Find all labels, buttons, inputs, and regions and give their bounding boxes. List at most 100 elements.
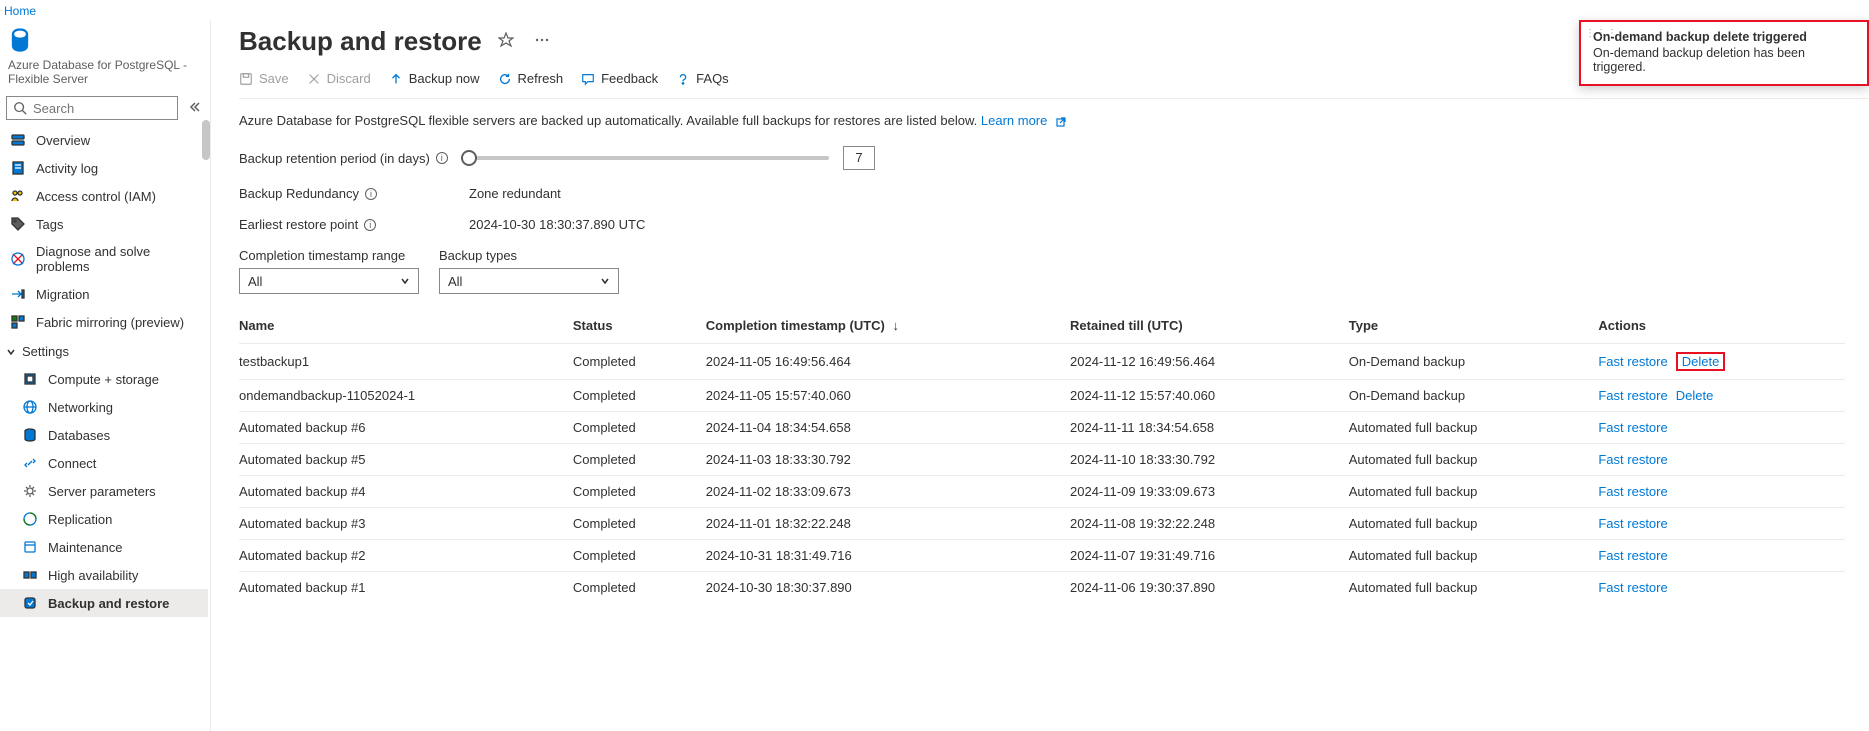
info-icon[interactable]: i bbox=[364, 219, 376, 231]
sidebar-group-settings[interactable]: Settings bbox=[0, 336, 208, 365]
sidebar-item-maint[interactable]: Maintenance bbox=[0, 533, 208, 561]
col-status[interactable]: Status bbox=[573, 308, 706, 344]
col-retained[interactable]: Retained till (UTC) bbox=[1070, 308, 1349, 344]
table-row: Automated backup #2Completed2024-10-31 1… bbox=[239, 540, 1845, 572]
retention-slider[interactable] bbox=[469, 156, 829, 160]
fast-restore-link[interactable]: Fast restore bbox=[1598, 452, 1667, 467]
cell-completion: 2024-11-03 18:33:30.792 bbox=[706, 444, 1070, 476]
sidebar-item-label: Migration bbox=[36, 287, 89, 302]
more-button[interactable] bbox=[530, 28, 554, 55]
sidebar-item-migration[interactable]: Migration bbox=[0, 280, 208, 308]
cell-retained: 2024-11-11 18:34:54.658 bbox=[1070, 412, 1349, 444]
resource-type-label: Azure Database for PostgreSQL - Flexible… bbox=[0, 58, 210, 96]
col-type[interactable]: Type bbox=[1349, 308, 1599, 344]
sidebar-item-params[interactable]: Server parameters bbox=[0, 477, 208, 505]
sidebar-item-log[interactable]: Activity log bbox=[0, 154, 208, 182]
ha-icon bbox=[22, 567, 38, 583]
sidebar-search[interactable] bbox=[6, 96, 178, 120]
iam-icon bbox=[10, 188, 26, 204]
fast-restore-link[interactable]: Fast restore bbox=[1598, 420, 1667, 435]
fabric-icon bbox=[10, 314, 26, 330]
retention-value[interactable]: 7 bbox=[843, 146, 875, 170]
table-row: Automated backup #1Completed2024-10-30 1… bbox=[239, 572, 1845, 604]
delete-link[interactable]: Delete bbox=[1676, 388, 1714, 403]
search-input[interactable] bbox=[33, 101, 171, 116]
sidebar-item-connect[interactable]: Connect bbox=[0, 449, 208, 477]
sidebar-item-label: Access control (IAM) bbox=[36, 189, 156, 204]
drag-handle-icon[interactable]: ⋮⋮⋮ bbox=[1585, 28, 1618, 39]
cell-actions: Fast restore bbox=[1598, 540, 1845, 572]
cell-type: Automated full backup bbox=[1349, 508, 1599, 540]
cell-completion: 2024-11-05 16:49:56.464 bbox=[706, 344, 1070, 380]
sidebar-item-ha[interactable]: High availability bbox=[0, 561, 208, 589]
cell-name: testbackup1 bbox=[239, 344, 573, 380]
repl-icon bbox=[22, 511, 38, 527]
sidebar-item-label: Diagnose and solve problems bbox=[36, 244, 200, 274]
refresh-button[interactable]: Refresh bbox=[498, 71, 564, 86]
col-actions: Actions bbox=[1598, 308, 1845, 344]
sidebar-item-db[interactable]: Databases bbox=[0, 421, 208, 449]
cell-completion: 2024-11-02 18:33:09.673 bbox=[706, 476, 1070, 508]
sidebar-item-server[interactable]: Overview bbox=[0, 126, 208, 154]
fast-restore-link[interactable]: Fast restore bbox=[1598, 580, 1667, 595]
save-button: Save bbox=[239, 71, 289, 86]
sidebar-item-label: Replication bbox=[48, 512, 112, 527]
cell-type: Automated full backup bbox=[1349, 412, 1599, 444]
sidebar-item-label: High availability bbox=[48, 568, 138, 583]
sidebar-item-iam[interactable]: Access control (IAM) bbox=[0, 182, 208, 210]
sidebar-item-label: Overview bbox=[36, 133, 90, 148]
fast-restore-link[interactable]: Fast restore bbox=[1598, 516, 1667, 531]
fast-restore-link[interactable]: Fast restore bbox=[1598, 354, 1667, 369]
sidebar-item-tag[interactable]: Tags bbox=[0, 210, 208, 238]
sidebar-item-compute[interactable]: Compute + storage bbox=[0, 365, 208, 393]
scrollbar-thumb[interactable] bbox=[202, 120, 210, 160]
compute-icon bbox=[22, 371, 38, 387]
cell-actions: Fast restore Delete bbox=[1598, 380, 1845, 412]
cell-retained: 2024-11-07 19:31:49.716 bbox=[1070, 540, 1349, 572]
learn-more-link[interactable]: Learn more bbox=[981, 113, 1047, 128]
cell-name: ondemandbackup-11052024-1 bbox=[239, 380, 573, 412]
sidebar-item-repl[interactable]: Replication bbox=[0, 505, 208, 533]
timestamp-filter-dropdown[interactable]: All bbox=[239, 268, 419, 294]
delete-link[interactable]: Delete bbox=[1682, 354, 1720, 369]
chevron-down-icon bbox=[400, 276, 410, 286]
table-row: Automated backup #3Completed2024-11-01 1… bbox=[239, 508, 1845, 540]
earliest-restore-value: 2024-10-30 18:30:37.890 UTC bbox=[469, 217, 645, 232]
breadcrumb-home[interactable]: Home bbox=[4, 4, 36, 18]
log-icon bbox=[10, 160, 26, 176]
sidebar-item-fabric[interactable]: Fabric mirroring (preview) bbox=[0, 308, 208, 336]
col-completion[interactable]: Completion timestamp (UTC) ↓ bbox=[706, 308, 1070, 344]
col-name[interactable]: Name bbox=[239, 308, 573, 344]
sidebar-item-network[interactable]: Networking bbox=[0, 393, 208, 421]
cell-status: Completed bbox=[573, 540, 706, 572]
slider-thumb[interactable] bbox=[461, 150, 477, 166]
sidebar: Azure Database for PostgreSQL - Flexible… bbox=[0, 20, 210, 731]
search-icon bbox=[13, 101, 27, 115]
connect-icon bbox=[22, 455, 38, 471]
cell-name: Automated backup #4 bbox=[239, 476, 573, 508]
external-link-icon bbox=[1055, 116, 1067, 128]
fast-restore-link[interactable]: Fast restore bbox=[1598, 548, 1667, 563]
info-icon[interactable]: i bbox=[365, 188, 377, 200]
fast-restore-link[interactable]: Fast restore bbox=[1598, 388, 1667, 403]
info-icon[interactable]: i bbox=[436, 152, 448, 164]
favorite-button[interactable] bbox=[494, 28, 518, 55]
backup-now-button[interactable]: Backup now bbox=[389, 71, 480, 86]
feedback-button[interactable]: Feedback bbox=[581, 71, 658, 86]
save-icon bbox=[239, 72, 253, 86]
faqs-button[interactable]: FAQs bbox=[676, 71, 729, 86]
cell-name: Automated backup #6 bbox=[239, 412, 573, 444]
table-row: testbackup1Completed2024-11-05 16:49:56.… bbox=[239, 344, 1845, 380]
sidebar-item-label: Networking bbox=[48, 400, 113, 415]
sidebar-menu: Overview Activity log Access control (IAM)… bbox=[0, 126, 210, 731]
sidebar-item-label: Maintenance bbox=[48, 540, 122, 555]
tag-icon bbox=[10, 216, 26, 232]
types-filter-dropdown[interactable]: All bbox=[439, 268, 619, 294]
upload-icon bbox=[389, 72, 403, 86]
table-row: Automated backup #5Completed2024-11-03 1… bbox=[239, 444, 1845, 476]
fast-restore-link[interactable]: Fast restore bbox=[1598, 484, 1667, 499]
sidebar-item-diagnose[interactable]: Diagnose and solve problems bbox=[0, 238, 208, 280]
cell-retained: 2024-11-12 15:57:40.060 bbox=[1070, 380, 1349, 412]
intro-text: Azure Database for PostgreSQL flexible s… bbox=[239, 113, 1845, 128]
sidebar-item-backup[interactable]: Backup and restore bbox=[0, 589, 208, 617]
